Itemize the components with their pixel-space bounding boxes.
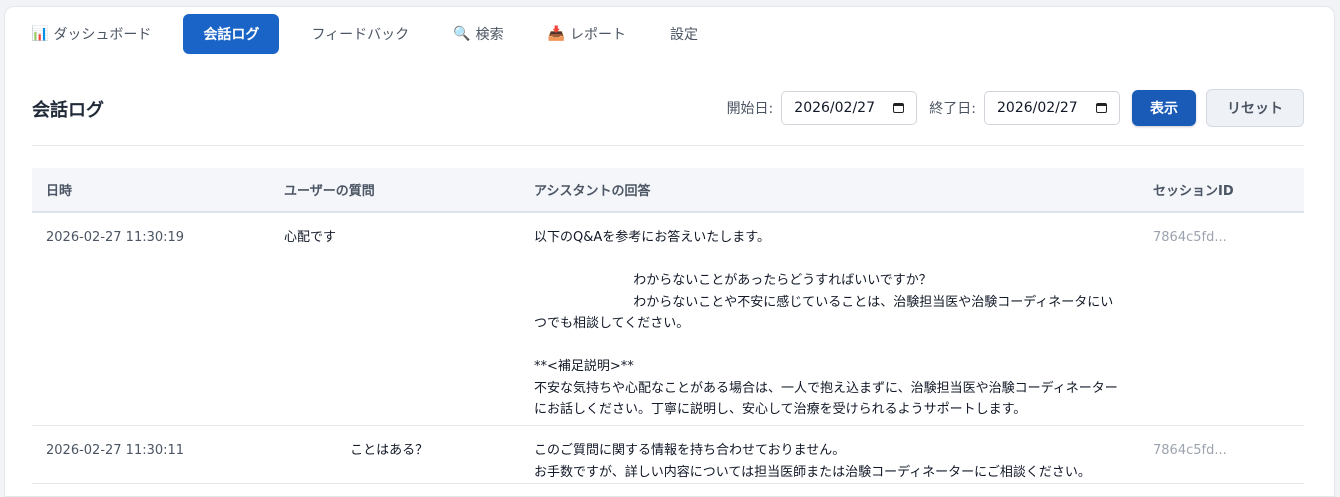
cell-datetime: 2026-02-27 11:30:11 — [32, 425, 270, 484]
tab-conversation-log[interactable]: 会話ログ — [183, 14, 280, 54]
cell-datetime: 2026-02-27 11:30:19 — [32, 212, 270, 426]
column-header-answer[interactable]: アシスタントの回答 — [520, 168, 1139, 213]
end-date-label: 終了日: — [929, 101, 976, 117]
tab-dashboard[interactable]: 📊 ダッシュボード — [19, 14, 163, 54]
column-header-session[interactable]: セッションID — [1139, 168, 1304, 213]
cell-question: ことはある？ — [270, 425, 520, 484]
cell-answer: このご質問に関する情報を持ち合わせておりません。 お手数ですが、詳しい内容につい… — [520, 425, 1139, 484]
tab-report[interactable]: 📥 レポート — [536, 14, 638, 54]
table-header-row: 日時 ユーザーの質問 アシスタントの回答 セッションID — [32, 168, 1304, 213]
bar-chart-icon: 📊 — [31, 26, 49, 42]
tab-settings[interactable]: 設定 — [658, 14, 710, 54]
cell-question: 心配です — [270, 212, 520, 426]
search-icon: 🔍 — [453, 26, 471, 42]
end-date-value: 2026/02/27 — [997, 100, 1078, 116]
start-date-input[interactable]: 2026/02/27 — [781, 91, 918, 125]
date-filter-controls: 開始日: 2026/02/27 終了日: 2026/02/27 表示 リセット — [727, 89, 1304, 127]
table-row[interactable]: 2026-02-27 11:30:19 心配です 以下のQ&Aを参考にお答えいた… — [32, 212, 1304, 426]
tab-label: 設定 — [670, 27, 699, 43]
conversation-log-table: 日時 ユーザーの質問 アシスタントの回答 セッションID 2026-02-27 … — [32, 168, 1304, 484]
show-button[interactable]: 表示 — [1132, 90, 1196, 126]
page-title: 会話ログ — [32, 100, 104, 121]
cell-session-id[interactable]: 7864c5fd... — [1139, 212, 1304, 426]
calendar-icon[interactable] — [893, 103, 905, 113]
cell-session-id[interactable]: 7864c5fd... — [1139, 425, 1304, 484]
table-row[interactable]: 2026-02-27 11:30:11 ことはある？ このご質問に関する情報を持… — [32, 425, 1304, 484]
app-frame: 📊 ダッシュボード 会話ログ フィードバック 🔍 検索 📥 レポート 設定 会話… — [4, 6, 1335, 497]
tab-label: ダッシュボード — [53, 27, 152, 43]
nav-tabs: 📊 ダッシュボード 会話ログ フィードバック 🔍 検索 📥 レポート 設定 — [5, 7, 1334, 61]
tab-label: レポート — [570, 27, 627, 43]
tab-search[interactable]: 🔍 検索 — [441, 14, 515, 54]
inbox-tray-icon: 📥 — [547, 26, 566, 42]
column-header-datetime[interactable]: 日時 — [32, 168, 270, 213]
cell-answer: 以下のQ&Aを参考にお答えいたします。 わからないことがあったらどうすればいいで… — [520, 212, 1139, 426]
start-date-label: 開始日: — [726, 101, 774, 117]
reset-button[interactable]: リセット — [1206, 89, 1304, 127]
tab-label: フィードバック — [311, 27, 410, 43]
page-header: 会話ログ 開始日: 2026/02/27 終了日: 2026/02/27 表示 … — [32, 87, 1304, 146]
calendar-icon[interactable] — [1096, 103, 1107, 113]
tab-feedback[interactable]: フィードバック — [299, 14, 421, 54]
tab-label: 検索 — [475, 27, 504, 43]
start-date-value: 2026/02/27 — [794, 100, 875, 116]
tab-label: 会話ログ — [203, 27, 260, 43]
column-header-question[interactable]: ユーザーの質問 — [270, 168, 520, 213]
end-date-input[interactable]: 2026/02/27 — [984, 91, 1120, 125]
